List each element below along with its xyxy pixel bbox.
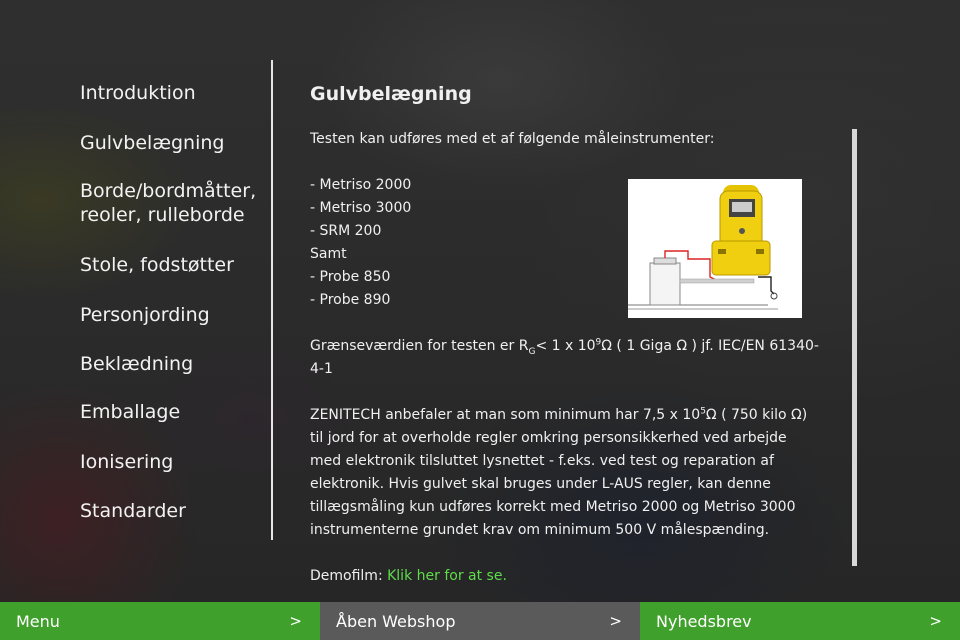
- demo-link[interactable]: Klik her for at se.: [387, 568, 507, 584]
- metriso-meter-illustration: [628, 179, 802, 318]
- webshop-button[interactable]: Åben Webshop >: [320, 602, 640, 640]
- sidebar-item-beklaedning[interactable]: Beklædning: [80, 352, 193, 376]
- limit-value-text: Grænseværdien for testen er RG< 1 x 109Ω…: [310, 335, 820, 381]
- sidebar-item-introduktion[interactable]: Introduktion: [80, 81, 196, 105]
- sidebar-item-gulvbelaegning[interactable]: Gulvbelægning: [80, 131, 224, 155]
- demo-line: Demofilm: Klik her for at se.: [310, 565, 820, 588]
- sidebar-item-stole[interactable]: Stole, fodstøtter: [80, 253, 234, 277]
- recommendation-suffix: Ω ( 750 kilo Ω) til jord for at overhold…: [310, 407, 808, 538]
- sidebar-item-ionisering[interactable]: Ionisering: [80, 450, 173, 474]
- sidebar-item-borde[interactable]: Borde/bordmåtter, reoler, rulleborde: [80, 179, 256, 227]
- recommendation-text: ZENITECH anbefaler at man som minimum ha…: [310, 404, 820, 542]
- sidebar-item-label: Borde/bordmåtter,: [80, 180, 257, 202]
- bottom-bar: Menu > Åben Webshop > Nyhedsbrev >: [0, 602, 960, 640]
- intro-text: Testen kan udføres med et af følgende må…: [310, 131, 715, 147]
- limit-mid: < 1 x 10: [535, 338, 596, 354]
- main-content: Gulvbelægning Testen kan udføres med et …: [310, 80, 820, 588]
- content-scrollbar[interactable]: [852, 129, 857, 566]
- page-title: Gulvbelægning: [310, 83, 472, 105]
- menu-button-label: Menu: [16, 611, 60, 631]
- recommendation-prefix: ZENITECH anbefaler at man som minimum ha…: [310, 407, 701, 423]
- chevron-right-icon: >: [289, 612, 302, 630]
- sidebar-divider: [271, 60, 273, 540]
- chevron-right-icon: >: [929, 612, 942, 630]
- limit-prefix: Grænseværdien for testen er R: [310, 338, 529, 354]
- sidebar-item-label: reoler, rulleborde: [80, 204, 245, 226]
- webshop-button-label: Åben Webshop: [336, 611, 456, 631]
- newsletter-button-label: Nyhedsbrev: [656, 611, 752, 631]
- metriso-product-image: [628, 179, 802, 318]
- demo-label: Demofilm:: [310, 568, 388, 584]
- chevron-right-icon: >: [609, 612, 622, 630]
- sidebar-item-personjording[interactable]: Personjording: [80, 303, 210, 327]
- sidebar-item-emballage[interactable]: Emballage: [80, 400, 180, 424]
- newsletter-button[interactable]: Nyhedsbrev >: [640, 602, 960, 640]
- menu-button[interactable]: Menu >: [0, 602, 320, 640]
- sidebar-item-standarder[interactable]: Standarder: [80, 499, 186, 523]
